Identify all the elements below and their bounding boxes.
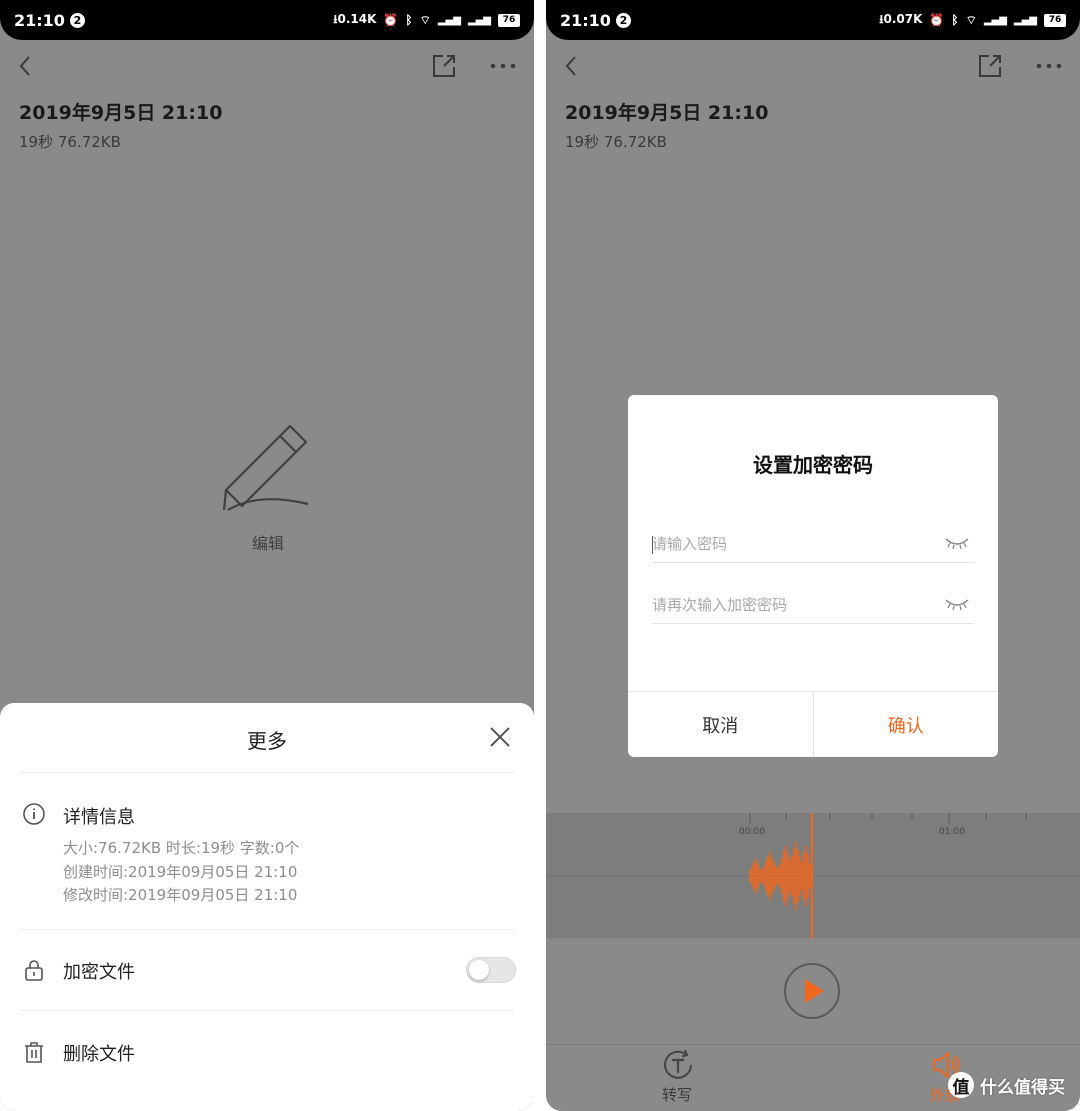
timeline-mark-label: 01:00 <box>939 827 965 837</box>
confirm-button[interactable]: 确认 <box>812 692 999 757</box>
phone-right: 21:10 2 ⭳0.07K ⏰ ᛒ ⌔ ▂▄▆ ▂▄▆ 76 2019年9月5… <box>546 0 1080 1111</box>
set-password-dialog: 设置加密密码 取消 确认 <box>628 395 998 757</box>
bluetooth-icon: ᛒ <box>405 13 413 27</box>
info-icon <box>23 803 45 825</box>
encrypt-toggle[interactable] <box>466 957 516 983</box>
status-bar: 21:10 2 ⭳0.14K ⏰ ᛒ ⌔ ▂▄▆ ▂▄▆ 76 <box>0 0 534 40</box>
waveform-area[interactable]: 00:00 01:00 <box>546 813 1080 938</box>
transcribe-icon[interactable] <box>661 1048 695 1082</box>
status-icons: ⭳0.07K ⏰ ᛒ ⌔ ▂▄▆ ▂▄▆ 76 <box>879 10 1066 31</box>
signal-icon-2: ▂▄▆ <box>467 14 491 26</box>
recording-meta: 19秒 76.72KB <box>19 133 121 151</box>
watermark-logo: 值 <box>948 1072 974 1098</box>
delete-file-button[interactable]: 删除文件 <box>63 1040 135 1066</box>
net-speed: ⭳0.07K <box>879 11 923 26</box>
confirm-password-input[interactable] <box>652 590 932 620</box>
lock-icon <box>25 960 43 981</box>
status-time: 21:10 <box>560 10 611 30</box>
trash-icon <box>25 1042 43 1063</box>
notification-badge: 2 <box>615 12 631 28</box>
eye-closed-icon[interactable] <box>944 596 970 612</box>
dialog-title: 设置加密密码 <box>753 453 873 477</box>
watermark-text: 什么值得买 <box>980 1077 1065 1098</box>
cancel-button[interactable]: 取消 <box>628 692 813 757</box>
toggle-knob <box>469 960 489 980</box>
bluetooth-icon: ᛒ <box>951 13 959 27</box>
password-field <box>652 523 974 563</box>
more-icon[interactable] <box>488 52 518 80</box>
detail-modified-line: 修改时间:2019年09月05日 21:10 <box>63 886 298 904</box>
encrypt-file-label: 加密文件 <box>63 962 135 983</box>
detail-created-line: 创建时间:2019年09月05日 21:10 <box>63 863 298 881</box>
details-title: 详情信息 <box>63 807 135 828</box>
wifi-icon: ⌔ <box>965 12 977 27</box>
back-icon[interactable] <box>14 52 38 80</box>
pen-icon <box>222 424 309 511</box>
battery-icon: 76 <box>1044 13 1066 27</box>
status-time: 21:10 <box>14 10 65 30</box>
recording-title: 2019年9月5日 21:10 <box>565 102 769 124</box>
watermark: 值 什么值得买 <box>948 1072 1065 1098</box>
recording-meta: 19秒 76.72KB <box>565 133 667 151</box>
share-icon[interactable] <box>430 52 458 80</box>
top-bar <box>546 44 1080 88</box>
status-icons: ⭳0.14K ⏰ ᛒ ⌔ ▂▄▆ ▂▄▆ 76 <box>333 10 520 31</box>
alarm-icon: ⏰ <box>383 13 399 27</box>
dialog-footer: 取消 确认 <box>628 691 998 757</box>
confirm-password-field <box>652 584 974 624</box>
sheet-title: 更多 <box>247 729 287 753</box>
detail-size-line: 大小:76.72KB 时长:19秒 字数:0个 <box>63 839 300 857</box>
signal-icon: ▂▄▆ <box>437 14 461 26</box>
divider <box>20 929 514 930</box>
share-icon[interactable] <box>976 52 1004 80</box>
alarm-icon: ⏰ <box>929 13 945 27</box>
divider <box>546 1044 1080 1045</box>
signal-icon-2: ▂▄▆ <box>1013 14 1037 26</box>
back-icon[interactable] <box>560 52 584 80</box>
eye-closed-icon[interactable] <box>944 535 970 551</box>
play-icon[interactable] <box>783 962 841 1020</box>
top-bar <box>0 44 534 88</box>
divider <box>20 772 514 773</box>
edit-button[interactable]: 编辑 <box>218 418 318 553</box>
net-speed: ⭳0.14K <box>333 11 377 26</box>
timeline-start-label: 00:00 <box>739 827 765 837</box>
battery-icon: 76 <box>498 13 520 27</box>
signal-icon: ▂▄▆ <box>983 14 1007 26</box>
edit-label: 编辑 <box>251 534 284 553</box>
more-sheet: 更多 详情信息 大小:76.72KB 时长:19秒 字数:0个 创建时间:201… <box>0 703 534 1111</box>
more-icon[interactable] <box>1034 52 1064 80</box>
wifi-icon: ⌔ <box>419 12 431 27</box>
phone-left: 21:10 2 ⭳0.14K ⏰ ᛒ ⌔ ▂▄▆ ▂▄▆ 76 2019年9月5… <box>0 0 534 1111</box>
notification-badge: 2 <box>69 12 85 28</box>
status-bar: 21:10 2 ⭳0.07K ⏰ ᛒ ⌔ ▂▄▆ ▂▄▆ 76 <box>546 0 1080 40</box>
transcribe-label[interactable]: 转写 <box>662 1084 692 1105</box>
waveform: 00:00 01:00 <box>546 813 1080 938</box>
password-input[interactable] <box>652 529 932 559</box>
close-icon[interactable] <box>488 725 512 749</box>
recording-title: 2019年9月5日 21:10 <box>19 102 223 124</box>
divider <box>20 1010 514 1011</box>
